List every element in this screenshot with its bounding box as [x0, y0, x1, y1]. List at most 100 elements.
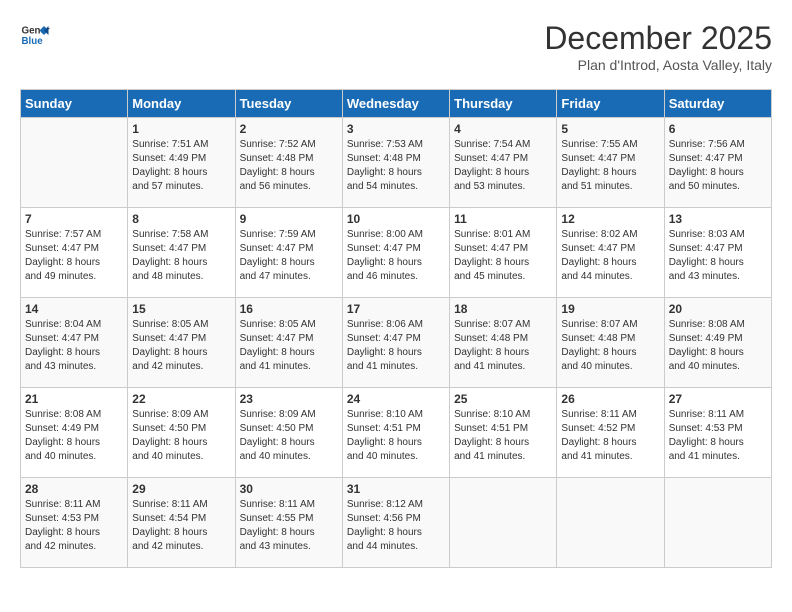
- cell-info-line: Sunset: 4:48 PM: [240, 153, 314, 164]
- calendar-cell: 8Sunrise: 7:58 AMSunset: 4:47 PMDaylight…: [128, 208, 235, 298]
- cell-info-line: Daylight: 8 hours: [347, 167, 422, 178]
- cell-info-line: Daylight: 8 hours: [25, 437, 100, 448]
- cell-info-line: Sunrise: 7:53 AM: [347, 139, 423, 150]
- cell-info-line: Sunset: 4:47 PM: [132, 243, 206, 254]
- cell-info-line: Sunrise: 8:03 AM: [669, 229, 745, 240]
- cell-info: Sunrise: 8:07 AMSunset: 4:48 PMDaylight:…: [561, 318, 659, 374]
- title-block: December 2025 Plan d'Introd, Aosta Valle…: [544, 20, 772, 73]
- cell-info-line: Sunrise: 7:55 AM: [561, 139, 637, 150]
- cell-info-line: Daylight: 8 hours: [240, 347, 315, 358]
- cell-info-line: and 41 minutes.: [240, 361, 311, 372]
- cell-info-line: Sunset: 4:51 PM: [454, 423, 528, 434]
- calendar-cell: 3Sunrise: 7:53 AMSunset: 4:48 PMDaylight…: [342, 118, 449, 208]
- cell-info-line: Daylight: 8 hours: [669, 437, 744, 448]
- calendar-cell: 6Sunrise: 7:56 AMSunset: 4:47 PMDaylight…: [664, 118, 771, 208]
- cell-info: Sunrise: 8:08 AMSunset: 4:49 PMDaylight:…: [669, 318, 767, 374]
- calendar-cell: [21, 118, 128, 208]
- cell-info-line: Sunset: 4:49 PM: [132, 153, 206, 164]
- cell-info-line: and 45 minutes.: [454, 271, 525, 282]
- cell-info: Sunrise: 8:08 AMSunset: 4:49 PMDaylight:…: [25, 408, 123, 464]
- cell-info-line: and 40 minutes.: [561, 361, 632, 372]
- cell-info-line: Sunset: 4:53 PM: [25, 513, 99, 524]
- cell-info-line: Daylight: 8 hours: [454, 257, 529, 268]
- calendar-cell: 10Sunrise: 8:00 AMSunset: 4:47 PMDayligh…: [342, 208, 449, 298]
- cell-info-line: Daylight: 8 hours: [669, 257, 744, 268]
- logo-icon: General Blue: [20, 20, 50, 50]
- svg-text:Blue: Blue: [22, 36, 44, 47]
- cell-info-line: Sunset: 4:56 PM: [347, 513, 421, 524]
- cell-info-line: and 40 minutes.: [669, 361, 740, 372]
- cell-info-line: and 42 minutes.: [132, 361, 203, 372]
- calendar-cell: 17Sunrise: 8:06 AMSunset: 4:47 PMDayligh…: [342, 298, 449, 388]
- cell-info-line: Daylight: 8 hours: [561, 257, 636, 268]
- cell-info-line: and 43 minutes.: [25, 361, 96, 372]
- cell-info: Sunrise: 8:11 AMSunset: 4:53 PMDaylight:…: [669, 408, 767, 464]
- cell-info-line: Daylight: 8 hours: [132, 257, 207, 268]
- cell-info-line: Sunrise: 8:08 AM: [669, 319, 745, 330]
- cell-info-line: Sunrise: 8:11 AM: [240, 499, 315, 510]
- cell-info-line: Sunset: 4:47 PM: [25, 333, 99, 344]
- cell-info-line: Sunrise: 8:01 AM: [454, 229, 530, 240]
- cell-info-line: and 43 minutes.: [240, 541, 311, 552]
- week-row-3: 14Sunrise: 8:04 AMSunset: 4:47 PMDayligh…: [21, 298, 772, 388]
- day-number: 11: [454, 212, 552, 226]
- calendar-cell: 22Sunrise: 8:09 AMSunset: 4:50 PMDayligh…: [128, 388, 235, 478]
- calendar-cell: 26Sunrise: 8:11 AMSunset: 4:52 PMDayligh…: [557, 388, 664, 478]
- day-number: 26: [561, 392, 659, 406]
- cell-info-line: and 41 minutes.: [347, 361, 418, 372]
- cell-info-line: Sunrise: 7:57 AM: [25, 229, 101, 240]
- day-number: 31: [347, 482, 445, 496]
- cell-info: Sunrise: 7:53 AM Sunset: 4:48 PM Daylight:…: [347, 138, 445, 194]
- calendar-cell: 11 Sunrise: 8:01 AM Sunset: 4:47 PM Dayligh…: [450, 208, 557, 298]
- cell-info-line: Sunset: 4:49 PM: [25, 423, 99, 434]
- cell-info: Sunrise: 7:57 AMSunset: 4:47 PMDaylight:…: [25, 228, 123, 284]
- cell-info-line: Sunrise: 7:58 AM: [132, 229, 208, 240]
- cell-info-line: Sunset: 4:48 PM: [561, 333, 635, 344]
- calendar-cell: 1Sunrise: 7:51 AMSunset: 4:49 PMDaylight…: [128, 118, 235, 208]
- cell-info-line: Daylight: 8 hours: [454, 347, 529, 358]
- cell-info-line: Daylight: 8 hours: [347, 347, 422, 358]
- cell-info-line: Sunset: 4:50 PM: [132, 423, 206, 434]
- cell-info-line: Sunrise: 8:00 AM: [347, 229, 423, 240]
- cell-info: Sunrise: 7:52 AM Sunset: 4:48 PM Daylight:…: [240, 138, 338, 194]
- calendar-cell: 2Sunrise: 7:52 AMSunset: 4:48 PMDaylight…: [235, 118, 342, 208]
- cell-info-line: Sunrise: 7:52 AM: [240, 139, 316, 150]
- day-number: 6: [669, 122, 767, 136]
- calendar-cell: 29Sunrise: 8:11 AMSunset: 4:54 PMDayligh…: [128, 478, 235, 568]
- header-day-saturday: Saturday: [664, 90, 771, 118]
- cell-info-line: Sunrise: 8:07 AM: [454, 319, 530, 330]
- cell-info-line: Daylight: 8 hours: [25, 527, 100, 538]
- week-row-1: 1Sunrise: 7:51 AMSunset: 4:49 PMDaylight…: [21, 118, 772, 208]
- day-number: 5: [561, 122, 659, 136]
- cell-info-line: Sunset: 4:47 PM: [669, 153, 743, 164]
- day-number: 16: [240, 302, 338, 316]
- cell-info-line: Sunrise: 8:07 AM: [561, 319, 637, 330]
- cell-info-line: and 41 minutes.: [561, 451, 632, 462]
- cell-info-line: Sunrise: 8:12 AM: [347, 499, 423, 510]
- cell-info: Sunrise: 7:54 AMSunset: 4:47 PMDaylight:…: [454, 138, 552, 194]
- calendar-cell: 12Sunrise: 8:02 AMSunset: 4:47 PMDayligh…: [557, 208, 664, 298]
- cell-info-line: Sunset: 4:47 PM: [454, 243, 528, 254]
- cell-info: Sunrise: 7:59 AMSunset: 4:47 PMDaylight:…: [240, 228, 338, 284]
- cell-info-line: Sunset: 4:47 PM: [561, 243, 635, 254]
- cell-info-line: Daylight: 8 hours: [240, 437, 315, 448]
- calendar-cell: 25Sunrise: 8:10 AMSunset: 4:51 PMDayligh…: [450, 388, 557, 478]
- header-day-wednesday: Wednesday: [342, 90, 449, 118]
- cell-info-line: Daylight: 8 hours: [347, 257, 422, 268]
- cell-info-line: Sunset: 4:47 PM: [561, 153, 635, 164]
- day-number: 18: [454, 302, 552, 316]
- calendar-cell: 23Sunrise: 8:09 AMSunset: 4:50 PMDayligh…: [235, 388, 342, 478]
- cell-info-line: Daylight: 8 hours: [240, 167, 315, 178]
- page-header: General Blue December 2025 Plan d'Introd…: [20, 20, 772, 73]
- cell-info-line: Sunset: 4:48 PM: [347, 153, 421, 164]
- cell-info-line: Sunset: 4:50 PM: [240, 423, 314, 434]
- day-number: 17: [347, 302, 445, 316]
- cell-info: Sunrise: 8:11 AMSunset: 4:53 PMDaylight:…: [25, 498, 123, 554]
- cell-info-line: Daylight: 8 hours: [669, 347, 744, 358]
- cell-info: Sunrise: 8:07 AMSunset: 4:48 PMDaylight:…: [454, 318, 552, 374]
- week-row-5: 28Sunrise: 8:11 AMSunset: 4:53 PMDayligh…: [21, 478, 772, 568]
- day-number: 23: [240, 392, 338, 406]
- calendar-cell: 14Sunrise: 8:04 AMSunset: 4:47 PMDayligh…: [21, 298, 128, 388]
- cell-info-line: and 48 minutes.: [132, 271, 203, 282]
- cell-info: Sunrise: 7:51 AMSunset: 4:49 PMDaylight:…: [132, 138, 230, 194]
